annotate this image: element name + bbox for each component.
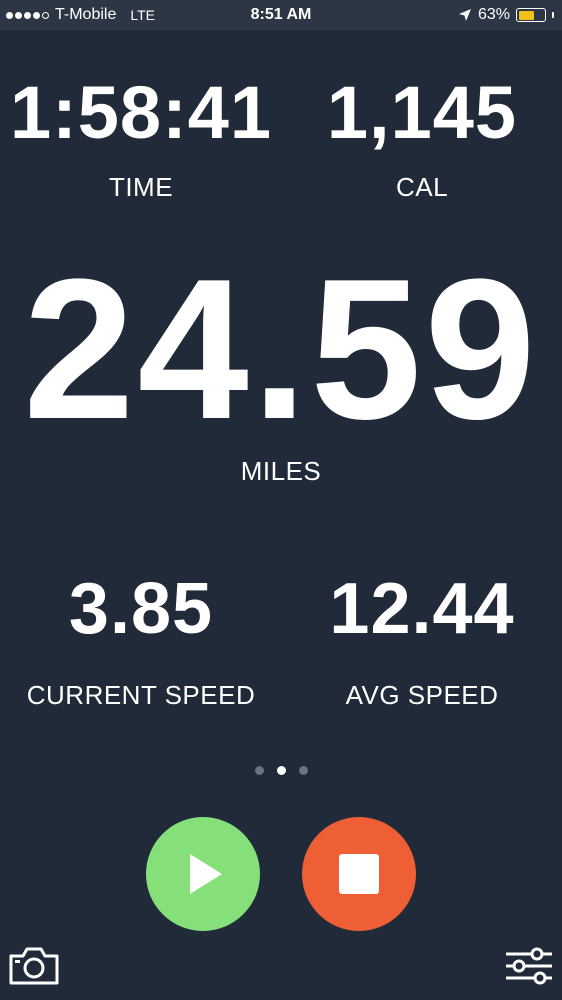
current-speed-label: CURRENT SPEED xyxy=(26,680,256,710)
status-right: 63% xyxy=(458,0,554,30)
play-icon xyxy=(190,854,222,894)
stop-icon xyxy=(339,854,379,894)
page-dot-2[interactable] xyxy=(276,766,286,775)
time-value: 1:58:41 xyxy=(9,71,273,154)
page-dot-3[interactable] xyxy=(298,766,308,775)
calories-label: CAL xyxy=(395,172,449,202)
calories-value: 1,145 xyxy=(326,71,518,154)
battery-level xyxy=(518,10,535,20)
time-label: TIME xyxy=(108,172,174,202)
camera-icon[interactable] xyxy=(8,946,60,986)
status-bar: T-Mobile LTE 8:51 AM 63% xyxy=(0,0,562,30)
battery-percent: 63% xyxy=(477,6,510,23)
play-button[interactable] xyxy=(146,817,260,931)
sliders-icon[interactable] xyxy=(504,946,554,986)
page-dot-1[interactable] xyxy=(254,766,264,775)
avg-speed-label: AVG SPEED xyxy=(345,680,499,710)
location-arrow-icon xyxy=(458,9,471,21)
stop-button[interactable] xyxy=(302,817,416,931)
distance-value: 24.59 xyxy=(23,238,539,461)
current-speed-value: 3.85 xyxy=(68,569,214,649)
avg-speed-value: 12.44 xyxy=(329,569,515,649)
battery-icon xyxy=(516,8,546,22)
page-indicator[interactable] xyxy=(0,766,562,775)
battery-tip xyxy=(552,12,554,18)
distance-label: MILES xyxy=(240,456,322,486)
